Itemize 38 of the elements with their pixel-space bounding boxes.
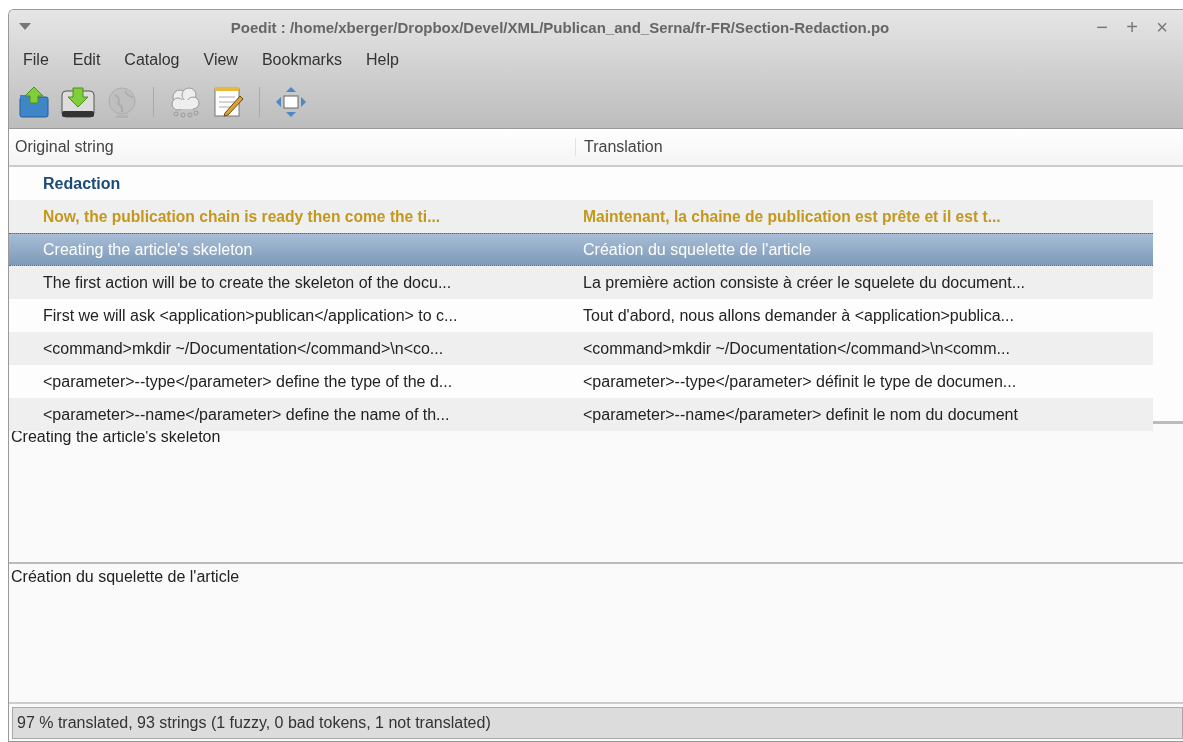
drive-download-icon[interactable] — [60, 85, 96, 119]
original-text: The first action will be to create the skeleton of the docu... — [42, 273, 453, 292]
menu-item[interactable]: Catalog — [112, 51, 192, 69]
list-row[interactable]: Redaction — [9, 167, 1153, 200]
list-row[interactable]: <parameter>--type</parameter> define the type of the d... <parameter>--type</parameter> définit le type de documen... — [9, 365, 1153, 398]
column-header[interactable]: Translation — [575, 138, 663, 156]
translation-text: <command>mkdir ~/Documentation</command>\n<comm... — [583, 339, 1010, 358]
translation-text: Création du squelette de l'article — [583, 240, 812, 259]
list-row[interactable]: <command>mkdir ~/Documentation</command>\n<co... <command>mkdir ~/Documentation</command>\n<comm... — [9, 332, 1153, 365]
menu-item[interactable]: Edit — [60, 51, 113, 69]
list-row[interactable]: The first action will be to create the skeleton of the docu... La première action consiste à créer le squelete du document... — [9, 266, 1153, 299]
list-row[interactable]: First we will ask <application>publican</application> to c... Tout d'abord, nous allons demander à <application>publica... — [9, 299, 1153, 332]
menu-item[interactable]: File — [11, 51, 61, 69]
close-button[interactable]: × — [1149, 17, 1175, 37]
menu-item[interactable]: Bookmarks — [249, 51, 354, 69]
translation-text: <parameter>--type</parameter> définit le type de documen... — [583, 372, 1017, 391]
translation-text: La première action consiste à créer le squelete du document... — [583, 273, 1026, 292]
original-text: Creating the article's skeleton — [42, 240, 254, 259]
menu-item[interactable]: Help — [353, 51, 411, 69]
translation-text: <parameter>--name</parameter> definit le nom du document — [583, 405, 1018, 424]
window-menu-icon[interactable] — [19, 23, 31, 31]
original-text: <parameter>--name</parameter> define the name of th... — [42, 405, 451, 424]
original-text: First we will ask <application>publican</application> to c... — [42, 306, 459, 325]
status-bar: 97 % translated, 93 strings (1 fuzzy, 0 bad tokens, 1 not translated) — [12, 707, 1183, 739]
list-row[interactable]: <parameter>--name</parameter> define the name of th... <parameter>--name</parameter> definit le nom du document — [9, 398, 1153, 431]
notepad-pencil-icon[interactable] — [211, 85, 245, 119]
translation-text: Tout d'abord, nous allons demander à <application>publica... — [583, 306, 1014, 325]
section-heading: Redaction — [42, 174, 122, 193]
column-header[interactable]: Original string — [9, 138, 575, 156]
resize-arrows-icon[interactable] — [274, 85, 308, 119]
original-text: Now, the publication chain is ready then come the ti... — [42, 207, 442, 226]
translation-text: Maintenant, la chaine de publication est prête et il est t... — [583, 207, 1001, 226]
folder-upload-icon[interactable] — [17, 85, 51, 119]
clouds-icon[interactable] — [168, 85, 202, 119]
menu-item[interactable]: View — [191, 51, 250, 69]
original-text: <parameter>--type</parameter> define the type of the d... — [42, 372, 454, 391]
window-title: Poedit : /home/xberger/Dropbox/Devel/XML/Publican_and_Serna/fr-FR/Section-Redaction.po — [229, 18, 891, 36]
original-text: <command>mkdir ~/Documentation</command>\n<co... — [42, 339, 445, 358]
